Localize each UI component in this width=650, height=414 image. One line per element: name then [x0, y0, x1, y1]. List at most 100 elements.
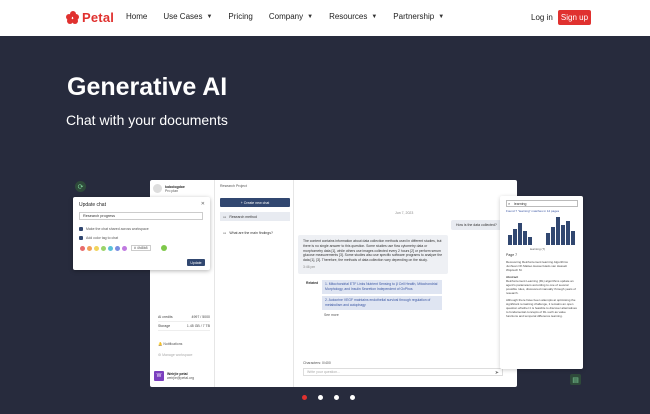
question-input-placeholder: Write your question... [307, 370, 341, 374]
histogram-legend: learning (7) [530, 247, 546, 251]
pdf-page-label: Page 7 [506, 253, 518, 257]
update-chat-modal: Update chat ✕ Research progress Make the… [73, 197, 210, 270]
create-chat-button[interactable]: + Create new chat [220, 198, 290, 207]
user-question: How is the data collected? [451, 220, 502, 230]
color-swatch[interactable] [87, 245, 92, 251]
pdf-search-input[interactable]: ⌕ learning [506, 200, 578, 207]
workspace-user-plan: Pro plan [165, 188, 179, 193]
nav-resources-label: Resources [329, 12, 368, 21]
share-checkbox[interactable]: Make the chat shared across workspace [79, 227, 149, 231]
carousel-dot[interactable] [302, 395, 307, 400]
color-swatch[interactable] [94, 245, 99, 251]
share-checkbox-label: Make the chat shared across workspace [86, 227, 149, 231]
brand-name: Petal [82, 10, 115, 25]
close-icon[interactable]: ✕ [201, 201, 205, 207]
carousel-dot[interactable] [318, 395, 323, 400]
storage-label: Storage [158, 324, 171, 328]
brand-logo[interactable]: Petal [66, 10, 114, 25]
nav-home-label: Home [126, 12, 148, 21]
login-link[interactable]: Log in [531, 13, 553, 22]
color-swatch[interactable] [80, 245, 85, 251]
nav-resources[interactable]: Resources ▼ [329, 12, 377, 21]
question-input[interactable]: Write your question... ➤ [303, 368, 503, 376]
histogram-bar [566, 221, 570, 245]
carousel-dot[interactable] [334, 395, 339, 400]
color-tag-checkbox-label: Add color tag to chat [86, 236, 119, 240]
selected-color-swatch[interactable] [160, 245, 167, 251]
ai-answer: The content contains information about d… [298, 235, 448, 274]
account-menu[interactable]: W Weirjie petal weirjie@petal.org [154, 371, 194, 381]
nav-company-label: Company [268, 12, 304, 21]
see-more-link[interactable]: See more [324, 313, 339, 317]
chevron-down-icon: ▼ [371, 13, 378, 20]
histogram-bar [528, 237, 532, 245]
nav-use-cases[interactable]: Use Cases ▼ [163, 12, 212, 21]
color-swatch[interactable] [108, 245, 113, 251]
account-avatar: W [154, 371, 164, 381]
nav-company[interactable]: Company ▼ [269, 12, 313, 21]
ai-credits-label: AI credits [158, 315, 173, 319]
char-count: Characters: 0/400 [303, 361, 331, 365]
usage-stats: AI credits 4997 / 5000 Storage 1.45 GB / 7… [158, 313, 210, 331]
color-swatches: # 4fd8b8 [80, 245, 167, 251]
ai-answer-text: The content contains information about d… [303, 239, 443, 263]
chevron-down-icon: ▼ [438, 13, 445, 20]
send-icon[interactable]: ➤ [495, 370, 499, 376]
histogram-bar [513, 229, 517, 245]
chat-icon: ▭ [223, 230, 227, 235]
color-swatch[interactable] [101, 245, 106, 251]
manage-workspace-label: Manage workspace [162, 353, 193, 357]
update-button[interactable]: Update [187, 259, 205, 266]
search-icon: ⌕ [508, 201, 511, 206]
pdf-text-line: Although there have been attempts at opt… [506, 297, 577, 319]
nav-partnership-label: Partnership [393, 12, 435, 21]
chat-icon: ▭ [223, 214, 227, 219]
match-histogram [508, 217, 575, 245]
chat-item-main-findings[interactable]: ▭ What are the main findings? [220, 228, 290, 237]
related-paper-link[interactable]: 2. Autocrine VEGF maintains endothelial … [322, 296, 442, 310]
color-swatch[interactable] [122, 245, 127, 251]
chat-list: Research Project + Create new chat ▭ Rese… [216, 180, 294, 387]
chat-name-input[interactable]: Research progress [79, 212, 203, 220]
histogram-bar [551, 227, 555, 245]
pdf-search-value: learning [514, 201, 527, 206]
nav-pricing[interactable]: Pricing [228, 12, 252, 21]
answer-time: 3:46 pm [303, 264, 316, 269]
ai-credits-value: 4997 / 5000 [191, 315, 211, 319]
custom-color-input[interactable]: # 4fd8b8 [131, 245, 151, 251]
notifications-link[interactable]: 🔔 Notifications [158, 342, 182, 346]
workspace-user-name: kobologdoe [165, 184, 185, 189]
pdf-text-line: Reinforcement Learning (RL) algorithms u… [506, 278, 576, 296]
chat-item-label: What are the main findings? [229, 230, 273, 235]
checkbox-checked-icon [79, 236, 83, 240]
nav-home[interactable]: Home [126, 12, 147, 21]
project-title: Research Project [220, 184, 247, 188]
histogram-bar [518, 223, 522, 245]
histogram-bar [523, 231, 527, 245]
conversation-panel: Jun 7, 2023 How is the data collected? T… [295, 180, 517, 387]
pdf-viewer: ⌕ learning Found 7 "learning" matches in… [500, 196, 583, 369]
storage-value: 1.45 GB / 7 TB [186, 324, 210, 328]
conversation-date: Jun 7, 2023 [395, 211, 414, 215]
signup-button[interactable]: Sign up [558, 10, 591, 25]
histogram-bar [508, 235, 512, 245]
related-paper-link[interactable]: 1. Mitochondrial ETF Links Nutrient Sens… [322, 280, 442, 294]
account-email: weirjie@petal.org [167, 376, 195, 380]
recycle-icon: ⟳ [75, 181, 86, 192]
hero-subtitle: Chat with your documents [66, 112, 228, 128]
workspace-user[interactable]: kobologdoe Pro plan [153, 184, 185, 193]
nav-links: Home Use Cases ▼ Pricing Company ▼ Resourc… [126, 12, 460, 21]
pdf-page-text: Recovering Reinforcement learning Algori… [506, 260, 578, 319]
notifications-label: Notifications [163, 342, 183, 346]
color-swatch[interactable] [115, 245, 120, 251]
checkbox-checked-icon [79, 227, 83, 231]
carousel-dot[interactable] [350, 395, 355, 400]
manage-workspace-link[interactable]: ⚙ Manage workspace [158, 353, 192, 357]
color-tag-checkbox[interactable]: Add color tag to chat [79, 236, 118, 240]
petal-logo-icon [66, 11, 79, 24]
histogram-bar [546, 233, 550, 245]
chevron-down-icon: ▼ [206, 13, 213, 20]
nav-partnership[interactable]: Partnership ▼ [393, 12, 444, 21]
carousel-dots [302, 395, 355, 400]
chat-item-research-method[interactable]: ▭ Research method [220, 212, 290, 221]
